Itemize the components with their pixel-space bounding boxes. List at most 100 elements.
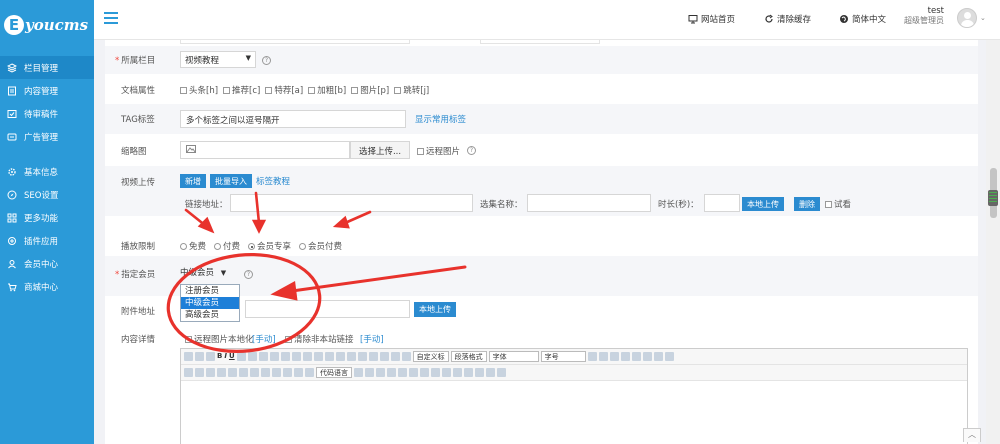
delete-button[interactable]: 删除 xyxy=(794,197,820,211)
column-select[interactable]: 视频教程 ▼ xyxy=(180,51,256,68)
indent-icon[interactable] xyxy=(401,352,411,361)
trial-checkbox[interactable]: 试看 xyxy=(825,198,851,210)
delete-col-icon[interactable] xyxy=(431,368,440,377)
sidebar-item-shop[interactable]: 商城中心 xyxy=(0,275,94,298)
font-color-icon[interactable] xyxy=(335,352,345,361)
playback-radio-paid[interactable]: 付费 xyxy=(214,240,240,252)
subscript-icon[interactable] xyxy=(269,352,279,361)
sidebar-item-review[interactable]: 待审稿件 xyxy=(0,102,94,125)
attr-checkbox-special[interactable]: 特荐[a] xyxy=(265,84,303,96)
select-upload-button[interactable]: 选择上传... xyxy=(350,141,410,159)
sidebar-item-ads[interactable]: 广告管理 xyxy=(0,125,94,148)
remove-links-manual-link[interactable]: [手动] xyxy=(360,333,384,345)
emoticon-icon[interactable] xyxy=(261,368,270,377)
unordered-list-icon[interactable] xyxy=(368,352,378,361)
horizontal-rule-icon[interactable] xyxy=(354,368,363,377)
unlink-icon[interactable] xyxy=(195,368,204,377)
member-option-advanced[interactable]: 高级会员 xyxy=(181,309,239,321)
font-size-select[interactable]: 字号 xyxy=(540,351,586,362)
underline-icon[interactable]: U xyxy=(229,352,235,361)
playback-radio-member-paid[interactable]: 会员付费 xyxy=(299,240,342,252)
member-option-registered[interactable]: 注册会员 xyxy=(181,285,239,297)
rich-text-editor[interactable]: B I U 自定义标 段落格式 字体 字号 代码语言 xyxy=(180,348,968,444)
sidebar-item-plugins[interactable]: 插件应用 xyxy=(0,229,94,252)
ltr-icon[interactable] xyxy=(587,352,597,361)
batch-import-button[interactable]: 批量导入 xyxy=(210,174,252,188)
undo-icon[interactable] xyxy=(195,352,204,361)
member-option-intermediate[interactable]: 中级会员 xyxy=(181,297,239,309)
sidebar-item-more[interactable]: 更多功能 xyxy=(0,206,94,229)
sidebar-item-members[interactable]: 会员中心 xyxy=(0,252,94,275)
paste-text-icon[interactable] xyxy=(324,352,334,361)
ordered-list-icon[interactable] xyxy=(357,352,367,361)
rtl-icon[interactable] xyxy=(598,352,608,361)
audio-icon[interactable] xyxy=(250,368,259,377)
page-scrollbar[interactable] xyxy=(986,40,1000,444)
attachment-icon[interactable] xyxy=(283,368,292,377)
user-info[interactable]: test 超级管理员 xyxy=(904,6,944,26)
preview-icon[interactable] xyxy=(475,368,484,377)
image-icon[interactable] xyxy=(217,368,226,377)
anchor-icon[interactable] xyxy=(206,368,215,377)
video-icon[interactable] xyxy=(239,368,248,377)
remote-localize-checkbox[interactable]: 远程图片本地化 xyxy=(185,333,254,345)
template-icon[interactable] xyxy=(294,368,303,377)
chevron-down-icon[interactable]: ⌄ xyxy=(980,14,986,22)
print-icon[interactable] xyxy=(464,368,473,377)
align-right-icon[interactable] xyxy=(642,352,652,361)
delete-table-icon[interactable] xyxy=(387,368,396,377)
attachment-upload-button[interactable]: 本地上传 xyxy=(414,302,456,317)
help-icon[interactable]: ? xyxy=(244,270,253,279)
sidebar-item-content[interactable]: 内容管理 xyxy=(0,79,94,102)
align-center-icon[interactable] xyxy=(631,352,641,361)
new-video-button[interactable]: 新增 xyxy=(180,174,206,188)
custom-title-select[interactable]: 自定义标 xyxy=(412,351,449,362)
fullscreen-icon[interactable] xyxy=(664,352,674,361)
background-color-icon[interactable] xyxy=(346,352,356,361)
member-select[interactable]: 中级会员 ▼ xyxy=(180,266,240,278)
help-icon[interactable]: ? xyxy=(262,56,271,65)
insert-row-icon[interactable] xyxy=(398,368,407,377)
align-justify-icon[interactable] xyxy=(653,352,663,361)
playback-radio-members[interactable]: 会员专享 xyxy=(248,240,291,252)
remove-links-checkbox[interactable]: 清除非本站链接 xyxy=(285,333,354,345)
site-home-link[interactable]: 网站首页 xyxy=(688,13,735,25)
indent-more-icon[interactable] xyxy=(609,352,619,361)
redo-icon[interactable] xyxy=(206,352,215,361)
find-icon[interactable] xyxy=(486,368,495,377)
code-language-select[interactable]: 代码语言 xyxy=(316,367,352,378)
show-common-tags-link[interactable]: 显示常用标签 xyxy=(415,113,466,125)
local-upload-button[interactable]: 本地上传 xyxy=(742,197,784,211)
font-family-select[interactable]: 字体 xyxy=(488,351,539,362)
playback-radio-free[interactable]: 免费 xyxy=(180,240,206,252)
format-match-icon[interactable] xyxy=(280,352,290,361)
strikethrough-icon[interactable] xyxy=(247,352,257,361)
paragraph-spacing-icon[interactable] xyxy=(390,352,400,361)
align-left-icon[interactable] xyxy=(620,352,630,361)
attr-checkbox-jump[interactable]: 跳转[j] xyxy=(394,84,429,96)
italic-icon[interactable]: I xyxy=(224,352,227,361)
drafts-icon[interactable] xyxy=(497,368,506,377)
sidebar-item-basic-info[interactable]: 基本信息 xyxy=(0,160,94,183)
special-char-icon[interactable] xyxy=(365,368,374,377)
attachment-input[interactable] xyxy=(245,300,410,318)
sidebar-item-seo[interactable]: SEO设置 xyxy=(0,183,94,206)
episode-name-input[interactable] xyxy=(527,194,651,212)
delete-row-icon[interactable] xyxy=(409,368,418,377)
tag-input[interactable]: 多个标签之间以逗号隔开 xyxy=(180,110,406,128)
bold-icon[interactable]: B xyxy=(217,352,222,361)
source-icon[interactable] xyxy=(184,352,193,361)
back-to-top-icon[interactable]: ︿ xyxy=(963,428,981,442)
attr-checkbox-headline[interactable]: 头条[h] xyxy=(180,84,218,96)
attr-checkbox-bold[interactable]: 加粗[b] xyxy=(308,84,346,96)
multi-image-icon[interactable] xyxy=(228,368,237,377)
remote-image-checkbox[interactable]: 远程图片 xyxy=(417,145,460,157)
thumb-input[interactable] xyxy=(180,141,350,159)
attr-checkbox-image[interactable]: 图片[p] xyxy=(351,84,389,96)
map-icon[interactable] xyxy=(272,368,281,377)
code-icon[interactable] xyxy=(305,368,314,377)
attr-checkbox-recommend[interactable]: 推荐[c] xyxy=(223,84,260,96)
line-height-icon[interactable] xyxy=(379,352,389,361)
avatar[interactable] xyxy=(957,8,977,28)
clear-format-icon[interactable] xyxy=(291,352,301,361)
